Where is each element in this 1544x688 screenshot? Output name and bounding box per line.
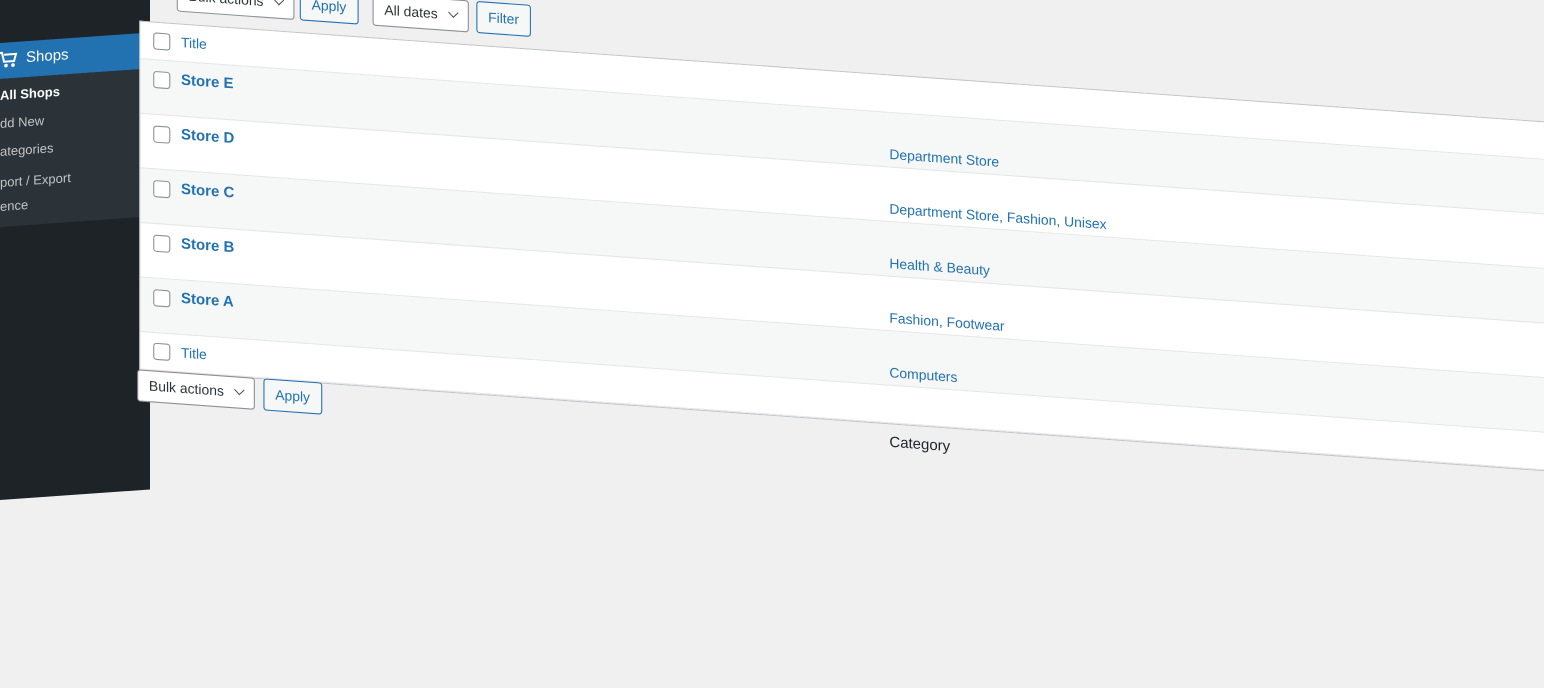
main-content: Bulk actions Apply All dates Filter Titl… <box>137 0 1544 685</box>
row-title-link[interactable]: Store D <box>181 125 234 146</box>
submenu-licence[interactable]: ence <box>0 197 28 214</box>
sidebar-item-label: Shops <box>26 46 69 67</box>
row-checkbox[interactable] <box>153 70 171 90</box>
submenu-categories[interactable]: ategories <box>0 140 53 159</box>
row-checkbox[interactable] <box>153 125 171 144</box>
select-all-checkbox[interactable] <box>153 32 171 51</box>
apply-button-top[interactable]: Apply <box>299 0 359 25</box>
title-column-footer[interactable]: Title <box>181 345 207 363</box>
row-title-link[interactable]: Store A <box>181 289 234 310</box>
row-checkbox[interactable] <box>153 289 171 308</box>
row-category-link[interactable]: Department Store <box>889 146 999 170</box>
cart-icon <box>0 51 18 68</box>
row-checkbox[interactable] <box>153 234 171 253</box>
admin-sidebar: Shops All Shops dd New ategories port / … <box>0 0 150 500</box>
category-column-footer: Category <box>889 432 951 455</box>
bulk-actions-select-top[interactable]: Bulk actions <box>176 0 295 20</box>
date-filter-select[interactable]: All dates <box>372 0 469 33</box>
title-column-header[interactable]: Title <box>181 34 207 52</box>
row-title-link[interactable]: Store C <box>181 180 234 201</box>
sidebar-submenu: All Shops dd New ategories port / Export… <box>0 68 148 227</box>
shops-table: Title Category Store E Department Store … <box>139 20 1544 482</box>
row-title-link[interactable]: Store B <box>181 234 234 255</box>
row-category-link[interactable]: Computers <box>889 364 957 385</box>
row-title-link[interactable]: Store E <box>181 71 233 92</box>
row-category-link[interactable]: Health & Beauty <box>889 255 990 278</box>
submenu-all-shops[interactable]: All Shops <box>0 84 60 103</box>
submenu-import-export[interactable]: port / Export <box>0 170 71 190</box>
submenu-add-new[interactable]: dd New <box>0 113 44 131</box>
row-checkbox[interactable] <box>153 179 171 199</box>
apply-button-bottom[interactable]: Apply <box>263 378 322 415</box>
filter-button[interactable]: Filter <box>476 0 531 37</box>
select-all-checkbox-bottom[interactable] <box>153 342 171 361</box>
row-category-link[interactable]: Fashion, Footwear <box>889 310 1004 334</box>
